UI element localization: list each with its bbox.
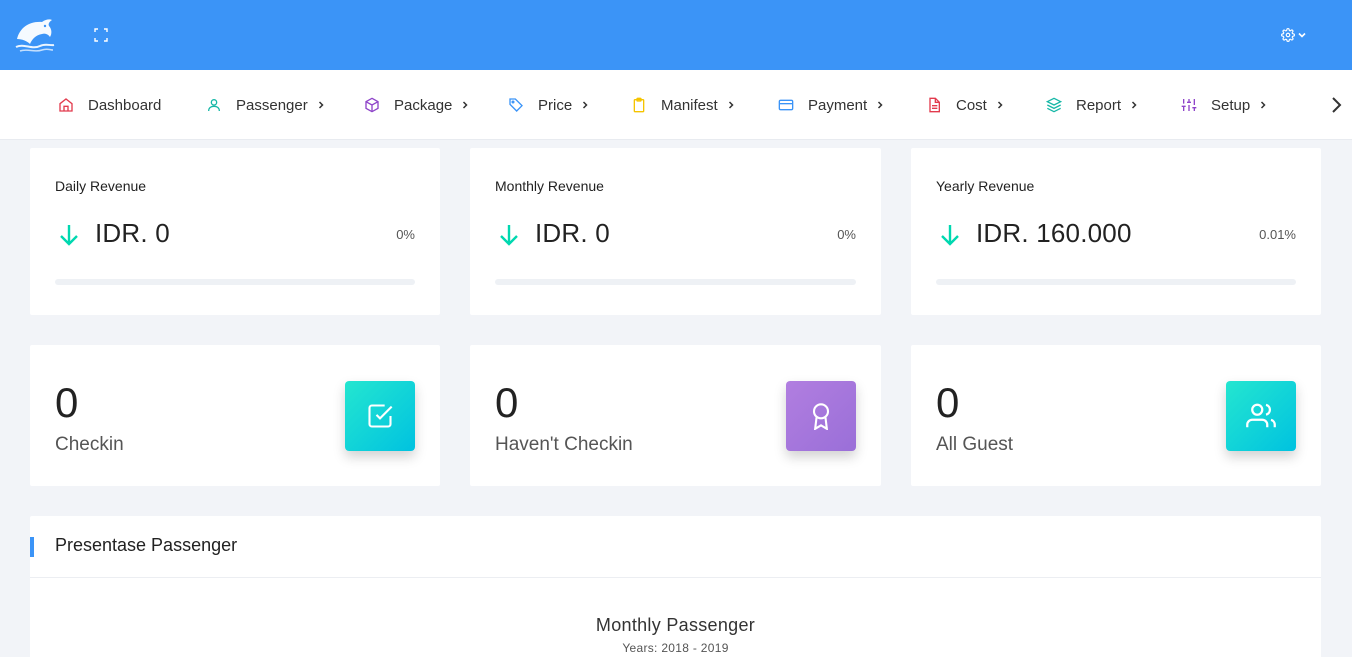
nav-item-cost[interactable]: Cost [926,70,1005,140]
chart-subtitle: Years: 2018 - 2019 [622,641,729,655]
revenue-title: Daily Revenue [55,178,147,194]
chevron-right-icon [878,101,883,109]
nav-item-label: Dashboard [88,96,162,114]
revenue-value: IDR. 0 [535,218,610,248]
revenue-title: Monthly Revenue [495,178,604,194]
nav-item-payment[interactable]: Payment [778,70,885,140]
nav-item-label: Passenger [236,96,308,114]
nav-item-label: Cost [956,96,987,114]
nav-item-passenger[interactable]: Passenger [206,70,326,140]
sliders-icon [1181,99,1197,111]
section-title: Presentase Passenger [55,535,238,555]
revenue-progress-bar [936,279,1296,285]
section-accent-bar [30,537,34,557]
main-navigation: Dashboard Passenger Package Price Manife… [0,70,1352,140]
stat-label: Haven't Checkin [495,434,633,455]
all-guest-button[interactable] [1226,381,1296,451]
revenue-progress-bar [55,279,415,285]
arrow-down-icon [500,225,518,246]
section-divider [30,577,1321,578]
checkin-button[interactable] [345,381,415,451]
revenue-card-yearly: Yearly Revenue IDR. 160.000 0.01% [911,148,1321,315]
nav-item-label: Setup [1211,96,1251,114]
nav-item-report[interactable]: Report [1046,70,1139,140]
revenue-progress-bar [495,279,856,285]
stat-count: 0 [495,379,519,426]
revenue-value: IDR. 160.000 [976,218,1132,248]
chevron-right-icon [583,101,588,109]
user-icon [208,99,220,112]
award-icon [812,403,830,430]
revenue-value: IDR. 0 [95,218,170,248]
revenue-title: Yearly Revenue [936,178,1035,194]
nav-item-label: Package [394,96,453,114]
revenue-card-monthly: Monthly Revenue IDR. 0 0% [470,148,881,315]
box-icon [365,97,379,113]
file-icon [929,97,940,113]
credit-card-icon [778,99,794,111]
chevron-right-icon [1132,101,1137,109]
arrow-down-icon [941,225,959,246]
top-bar [0,0,1352,70]
stat-card-not-checkin: 0 Haven't Checkin [470,345,881,486]
stat-card-checkin: 0 Checkin [30,345,440,486]
settings-dropdown[interactable] [1281,27,1311,43]
chevron-right-icon [463,101,468,109]
stat-count: 0 [55,379,79,426]
nav-item-label: Payment [808,96,868,114]
not-checkin-button[interactable] [786,381,856,451]
layers-icon [1046,97,1062,113]
nav-item-setup[interactable]: Setup [1181,70,1268,140]
nav-scroll-right-icon[interactable] [1328,96,1344,114]
chevron-down-icon [1298,32,1306,38]
nav-item-label: Price [538,96,573,114]
nav-item-dashboard[interactable]: Dashboard [58,70,161,140]
nav-item-label: Manifest [661,96,718,114]
nav-item-package[interactable]: Package [364,70,470,140]
arrow-down-icon [60,225,78,246]
chart-title: Monthly Passenger [595,615,756,635]
check-square-icon [368,404,393,428]
revenue-percent: 0% [837,227,856,242]
home-icon [59,98,73,112]
chevron-right-icon [997,101,1003,109]
clipboard-icon [633,97,645,113]
chevron-right-icon [728,101,734,109]
stat-card-all-guest: 0 All Guest [911,345,1321,486]
users-icon [1246,403,1276,428]
revenue-percent: 0.01% [1259,227,1296,242]
stat-label: All Guest [936,434,1014,455]
gear-icon [1281,28,1295,42]
revenue-percent: 0% [396,227,415,242]
passenger-section: Presentase Passenger Monthly Passenger Y… [30,516,1321,657]
fullscreen-icon[interactable] [94,28,108,42]
nav-item-manifest[interactable]: Manifest [631,70,736,140]
stat-label: Checkin [55,434,124,455]
nav-item-price[interactable]: Price [508,70,590,140]
stat-count: 0 [936,379,960,426]
dolphin-logo-icon[interactable] [14,17,56,53]
chevron-right-icon [1261,101,1266,109]
tag-icon [509,98,523,112]
nav-item-label: Report [1076,96,1122,114]
chevron-right-icon [318,101,324,109]
revenue-card-daily: Daily Revenue IDR. 0 0% [30,148,440,315]
